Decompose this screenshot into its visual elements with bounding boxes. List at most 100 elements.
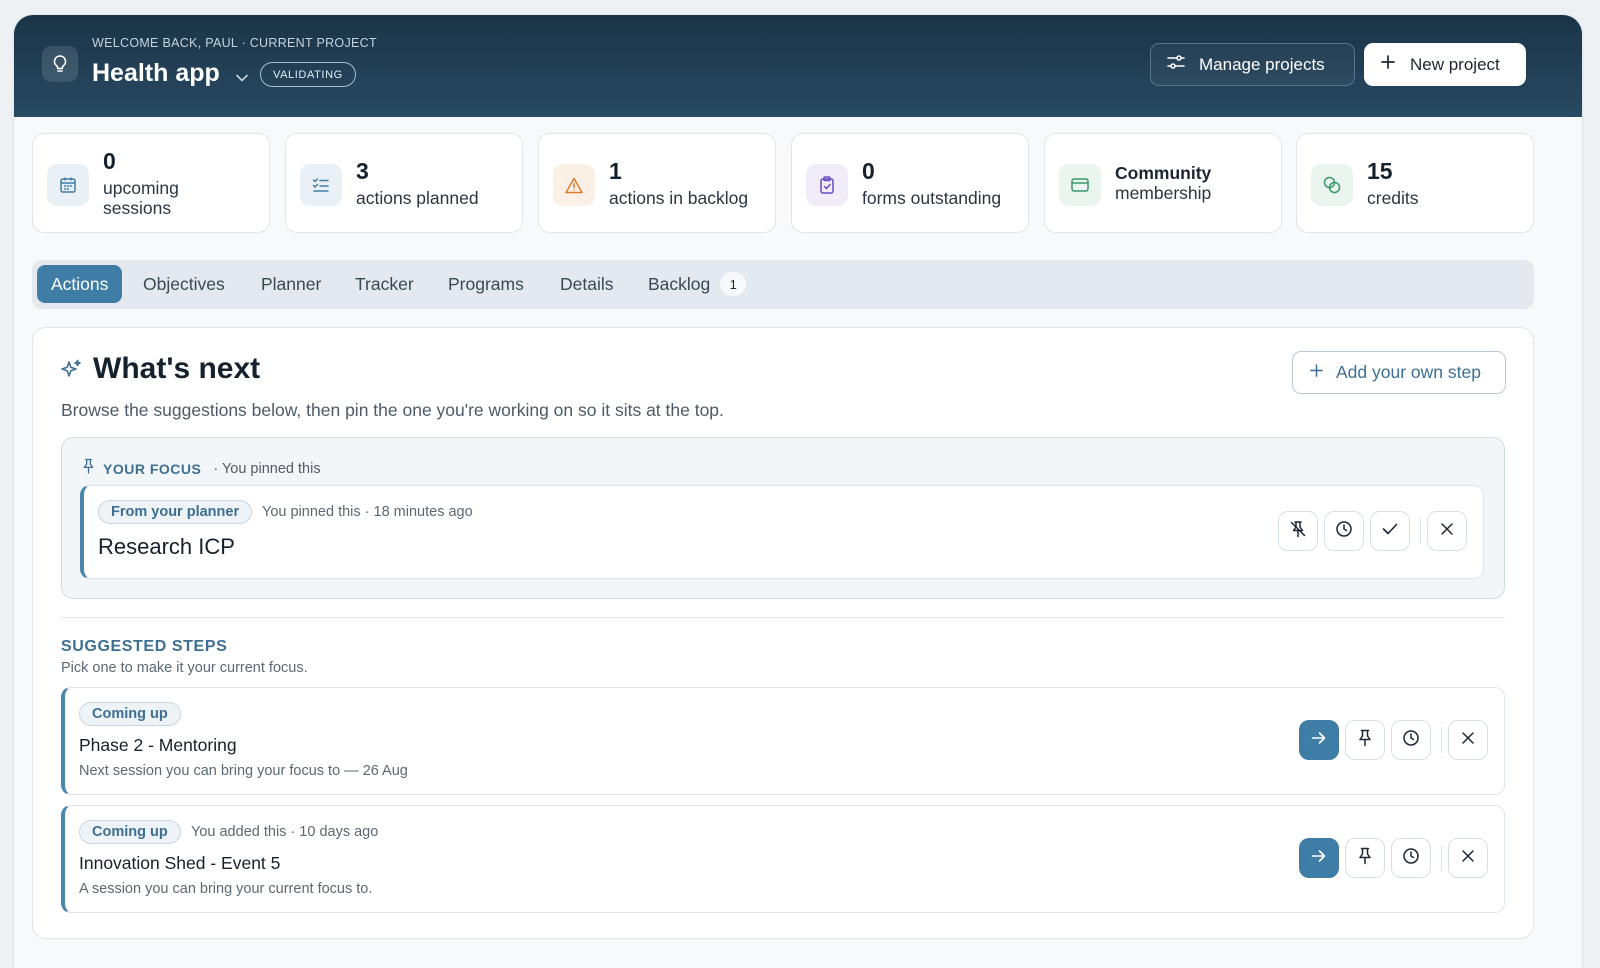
clipboard-icon [806,164,848,206]
unpin-icon [1289,520,1307,543]
focus-box: YOUR FOCUS · You pinned this From your p… [61,437,1505,599]
stat-number: 0 [103,148,116,174]
card-meta: You pinned this · 18 minutes ago [262,504,473,520]
new-project-button[interactable]: New project [1364,43,1526,86]
welcome-text: WELCOME BACK, PAUL · CURRENT PROJECT [92,36,377,50]
stat-label: membership [1115,183,1212,203]
stat-card-membership[interactable]: Community membership [1044,133,1282,233]
add-step-button[interactable]: Add your own step [1292,351,1506,394]
tab-backlog[interactable]: Backlog 1 [634,265,760,303]
clock-icon [1402,729,1420,752]
card-description: Next session you can bring your focus to… [79,763,408,779]
card-title: Phase 2 - Mentoring [79,735,237,755]
clock-icon [1402,847,1420,870]
divider [1441,727,1442,753]
status-badge: Coming up [79,820,181,844]
whats-next-panel: What's next Add your own step Browse the… [32,327,1534,939]
card-meta: You added this · 10 days ago [191,824,379,840]
stat-card-backlog[interactable]: 1 actions in backlog [538,133,776,233]
tab-details[interactable]: Details [546,265,628,303]
stat-label: actions in backlog [609,188,749,208]
plus-icon [1380,54,1396,75]
tab-planner[interactable]: Planner [247,265,335,303]
card-description: A session you can bring your current foc… [79,881,373,897]
card-title: Innovation Shed - Event 5 [79,853,281,873]
sparkle-icon [59,358,83,387]
stat-number: 0 [862,158,875,184]
dismiss-button[interactable] [1448,838,1488,878]
focus-tag: YOUR FOCUS [103,460,202,477]
stat-label: forms outstanding [862,188,1002,208]
pin-icon [82,458,95,479]
divider [1441,845,1442,871]
close-icon [1462,731,1474,749]
plus-icon [1309,362,1324,383]
snooze-button[interactable] [1391,720,1431,760]
status-badge: VALIDATING [260,62,356,87]
focus-button[interactable] [1299,838,1339,878]
tab-objectives[interactable]: Objectives [129,265,239,303]
stat-label: credits [1367,188,1419,208]
sliders-icon [1167,54,1185,75]
check-icon [1382,522,1398,540]
suggested-subtitle: Pick one to make it your current focus. [61,660,308,676]
pin-icon [1358,847,1372,870]
app-window: WELCOME BACK, PAUL · CURRENT PROJECT Hea… [13,14,1583,968]
lightbulb-icon [42,46,78,82]
unpin-button[interactable] [1278,511,1318,551]
complete-button[interactable] [1370,511,1410,551]
manage-projects-label: Manage projects [1199,54,1325,74]
focus-button[interactable] [1299,720,1339,760]
arrow-right-icon [1311,731,1327,750]
focus-card[interactable]: From your planner You pinned this · 18 m… [80,485,1484,579]
tab-tracker[interactable]: Tracker [341,265,428,303]
focus-subtext: · You pinned this [213,460,321,477]
stat-card-credits[interactable]: 15 credits [1296,133,1534,233]
dismiss-button[interactable] [1427,511,1467,551]
stat-label: upcoming [103,178,179,198]
stat-number: 3 [356,158,369,184]
manage-projects-button[interactable]: Manage projects [1150,43,1355,86]
stat-card-sessions[interactable]: 0 upcoming sessions [32,133,270,233]
stat-card-actions-planned[interactable]: 3 actions planned [285,133,523,233]
source-badge: From your planner [98,500,253,524]
stat-card-forms[interactable]: 0 forms outstanding [791,133,1029,233]
focus-header: YOUR FOCUS · You pinned this [82,458,321,479]
status-badge: Coming up [79,702,181,726]
pin-button[interactable] [1345,838,1385,878]
card-icon [1059,164,1101,206]
stat-label: Community [1115,163,1212,183]
pin-button[interactable] [1345,720,1385,760]
stat-label: sessions [103,198,172,218]
close-icon [1441,522,1453,540]
project-title[interactable]: Health app [92,59,220,88]
calendar-icon [47,164,89,206]
suggested-title: SUGGESTED STEPS [61,638,228,655]
suggested-step-card[interactable]: Coming up Phase 2 - Mentoring Next sessi… [61,687,1505,795]
tab-programs[interactable]: Programs [434,265,538,303]
coins-icon [1311,164,1353,206]
dismiss-button[interactable] [1448,720,1488,760]
section-title: What's next [93,352,261,385]
backlog-count-badge: 1 [720,272,747,296]
add-step-label: Add your own step [1336,362,1481,382]
checklist-icon [300,164,342,206]
chevron-down-icon[interactable] [236,69,248,87]
card-title: Research ICP [98,534,235,559]
stat-number: 15 [1367,158,1393,184]
snooze-button[interactable] [1324,511,1364,551]
divider [1420,518,1421,544]
snooze-button[interactable] [1391,838,1431,878]
suggested-step-card[interactable]: Coming up You added this · 10 days ago I… [61,805,1505,913]
close-icon [1462,849,1474,867]
project-header: WELCOME BACK, PAUL · CURRENT PROJECT Hea… [14,15,1582,117]
tab-actions[interactable]: Actions [37,265,123,303]
stat-number: 1 [609,158,622,184]
pin-icon [1358,729,1372,752]
new-project-label: New project [1410,54,1500,74]
section-divider [61,617,1505,618]
arrow-right-icon [1311,849,1327,868]
tab-bar: Actions Objectives Planner Tracker Progr… [32,260,1534,309]
tab-label: Backlog [648,273,711,294]
warning-icon [553,164,595,206]
